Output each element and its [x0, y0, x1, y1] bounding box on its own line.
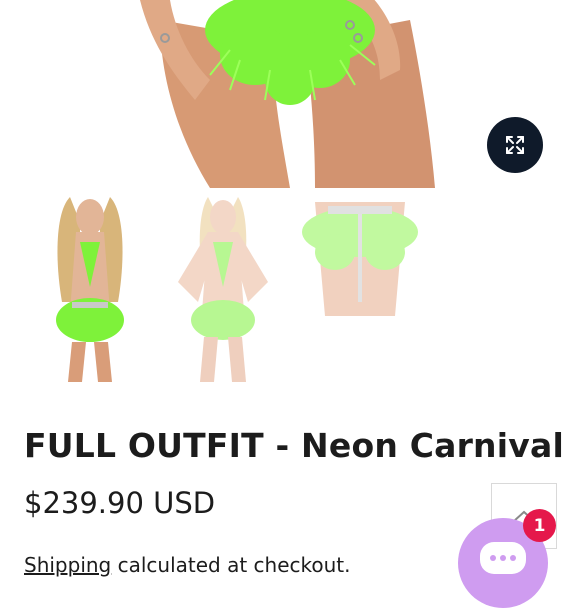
- chat-dots-icon: [480, 542, 526, 574]
- chat-notification-badge: 1: [523, 509, 556, 542]
- shipping-note: Shipping calculated at checkout.: [24, 553, 351, 577]
- shipping-link[interactable]: Shipping: [24, 553, 111, 577]
- product-price: $239.90 USD: [24, 486, 216, 520]
- product-photo: [140, 0, 435, 188]
- expand-icon: [506, 136, 524, 154]
- thumbnail-full-outfit-posed[interactable]: [158, 192, 288, 384]
- thumbnail-image: [178, 197, 268, 382]
- zoom-button[interactable]: [487, 117, 543, 173]
- thumbnail-strip: [0, 192, 580, 388]
- shipping-text: calculated at checkout.: [111, 553, 351, 577]
- thumbnail-full-outfit-front[interactable]: [40, 192, 140, 384]
- product-title: FULL OUTFIT - Neon Carnival: [24, 426, 564, 465]
- thumbnail-bottoms-detail[interactable]: [300, 192, 420, 316]
- thumbnail-image: [302, 202, 418, 316]
- main-product-image[interactable]: [0, 0, 580, 188]
- thumbnail-image: [56, 197, 124, 382]
